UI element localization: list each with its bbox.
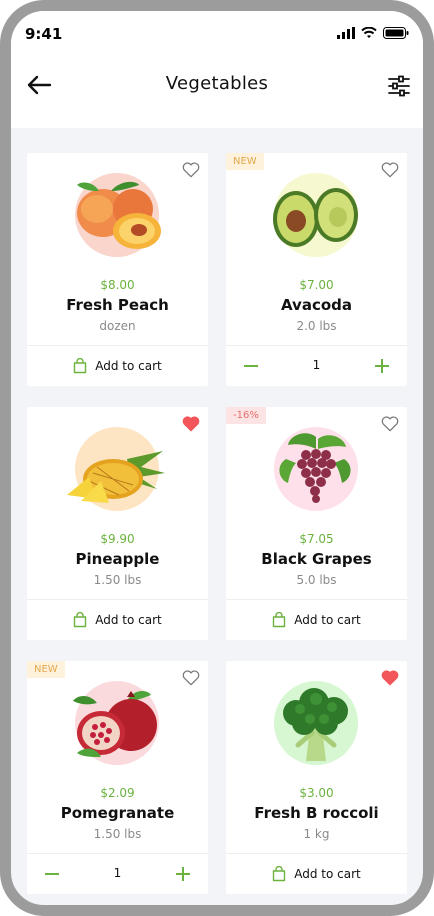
shopping-bag-icon [273, 612, 286, 628]
product-name: Black Grapes [261, 550, 372, 568]
favorite-heart-icon[interactable] [182, 670, 200, 686]
product-unit: 1 kg [303, 827, 330, 841]
quantity-stepper: 1 [27, 854, 208, 894]
product-price: $7.00 [299, 278, 334, 292]
favorite-heart-filled-icon[interactable] [381, 670, 399, 686]
product-unit: 2.0 lbs [296, 319, 337, 333]
favorite-heart-icon[interactable] [381, 416, 399, 432]
add-to-cart-button[interactable]: Add to cart [27, 600, 208, 640]
shopping-bag-icon [273, 866, 286, 882]
product-price: $2.09 [100, 786, 135, 800]
filter-sliders-icon[interactable] [387, 74, 411, 98]
plus-icon[interactable] [175, 866, 191, 882]
product-price: $8.00 [100, 278, 135, 292]
add-to-cart-button[interactable]: Add to cart [27, 346, 208, 386]
product-name: Fresh Peach [66, 296, 169, 314]
new-badge: NEW [226, 153, 264, 170]
add-to-cart-label: Add to cart [95, 613, 162, 627]
page-title: Vegetables [165, 73, 269, 94]
add-to-cart-label: Add to cart [294, 867, 361, 881]
signal-icon [337, 27, 355, 39]
peach-image [77, 181, 161, 249]
product-name: Pomegranate [60, 804, 175, 822]
broccoli-image [283, 688, 348, 761]
phone-frame: 9:41 Vegetables $8.00 Fresh Peach dozen … [0, 0, 434, 916]
product-card-fresh-peach[interactable]: $8.00 Fresh Peach dozen Add to cart [27, 153, 208, 386]
product-price: $7.05 [299, 532, 334, 546]
product-card-fresh-broccoli[interactable]: $3.00 Fresh B roccoli 1 kg Add to cart [226, 661, 407, 894]
product-card-avacoda[interactable]: NEW $7.00 Avacoda 2.0 lbs 1 [226, 153, 407, 386]
add-to-cart-label: Add to cart [294, 613, 361, 627]
discount-badge: -16% [226, 407, 266, 424]
pomegranate-image [73, 691, 157, 757]
favorite-heart-filled-icon[interactable] [182, 416, 200, 432]
product-unit: 1.50 lbs [93, 827, 142, 841]
product-unit: 5.0 lbs [296, 573, 337, 587]
shopping-bag-icon [74, 358, 87, 374]
product-unit: 1.50 lbs [93, 573, 142, 587]
product-unit: dozen [99, 319, 136, 333]
plus-icon[interactable] [374, 358, 390, 374]
grapes-image [279, 433, 351, 503]
product-name: Fresh B roccoli [254, 804, 379, 822]
add-to-cart-label: Add to cart [95, 359, 162, 373]
favorite-heart-icon[interactable] [182, 162, 200, 178]
status-time: 9:41 [25, 25, 63, 43]
shopping-bag-icon [74, 612, 87, 628]
product-card-pomegranate[interactable]: NEW $2.09 Pomegranate 1.50 lbs 1 [27, 661, 208, 894]
product-card-pineapple[interactable]: $9.90 Pineapple 1.50 lbs Add to cart [27, 407, 208, 640]
avocado-image [273, 188, 358, 247]
add-to-cart-button[interactable]: Add to cart [226, 600, 407, 640]
status-icons [337, 27, 409, 39]
product-price: $3.00 [299, 786, 334, 800]
add-to-cart-button[interactable]: Add to cart [226, 854, 407, 894]
product-price: $9.90 [100, 532, 135, 546]
battery-icon [383, 27, 409, 39]
new-badge: NEW [27, 661, 65, 678]
product-name: Pineapple [75, 550, 160, 568]
wifi-icon [361, 27, 377, 38]
pineapple-image [67, 451, 165, 503]
product-card-black-grapes[interactable]: -16% $7.05 Black Grapes 5.0 lbs Add to c… [226, 407, 407, 640]
favorite-heart-icon[interactable] [381, 162, 399, 178]
product-name: Avacoda [280, 296, 353, 314]
quantity-stepper: 1 [226, 346, 407, 386]
